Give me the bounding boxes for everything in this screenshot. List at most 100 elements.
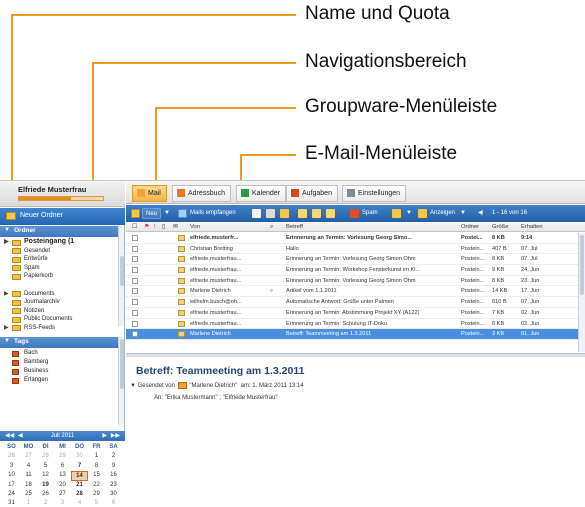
- calendar-day[interactable]: 28: [37, 452, 54, 461]
- flag-column-icon[interactable]: ⚑: [144, 224, 149, 230]
- calendar-day[interactable]: 10: [3, 471, 20, 480]
- calendar-day[interactable]: 29: [88, 490, 105, 499]
- folder-item[interactable]: Gesendet: [0, 247, 118, 256]
- col-subject[interactable]: Betreff: [286, 224, 303, 230]
- row-checkbox[interactable]: [132, 320, 138, 327]
- calendar-day[interactable]: 1: [88, 452, 105, 461]
- calendar-day[interactable]: 7: [71, 462, 88, 471]
- calendar-day[interactable]: 4: [20, 462, 37, 471]
- expand-icon[interactable]: ▶: [4, 238, 9, 247]
- calendar-day[interactable]: 5: [88, 499, 105, 507]
- message-list-scrollbar[interactable]: [578, 233, 585, 352]
- reply-icon[interactable]: [298, 209, 307, 218]
- view-button[interactable]: Anzeigen: [430, 208, 455, 219]
- new-mail-button[interactable]: Neu: [142, 208, 162, 219]
- print-icon[interactable]: [252, 209, 261, 218]
- expand-icon[interactable]: ▶: [4, 290, 9, 299]
- status-column-icon[interactable]: ✉: [173, 224, 178, 230]
- calendar-day[interactable]: 30: [105, 490, 122, 499]
- folder-scrollbar[interactable]: [118, 226, 124, 326]
- calendar-day[interactable]: 6: [105, 499, 122, 507]
- spam-button[interactable]: Spam: [362, 208, 378, 219]
- calendar-day[interactable]: 17: [3, 481, 20, 490]
- row-checkbox[interactable]: [132, 299, 138, 306]
- message-row[interactable]: elfriede.musterfrau... Erinnerung an Term…: [126, 319, 585, 330]
- tab-mail[interactable]: Mail: [132, 185, 167, 202]
- row-checkbox[interactable]: [132, 331, 138, 338]
- calendar-day[interactable]: 21: [71, 481, 88, 490]
- folder-item[interactable]: Entwürfe: [0, 255, 118, 264]
- tab-kalender[interactable]: Kalender: [236, 185, 287, 202]
- new-folder-button[interactable]: Neuer Ordner: [0, 208, 125, 225]
- calendar-day[interactable]: 28: [71, 490, 88, 499]
- calendar-day[interactable]: 15: [88, 471, 105, 480]
- calendar-day[interactable]: 13: [54, 471, 71, 480]
- folders-section-header[interactable]: ▼ Ordner: [0, 226, 120, 237]
- delete-icon[interactable]: [266, 209, 275, 218]
- calendar-day[interactable]: 12: [37, 471, 54, 480]
- calendar-day[interactable]: 24: [3, 490, 20, 499]
- tag-item[interactable]: Erlangen: [0, 376, 118, 385]
- calendar-day[interactable]: 3: [3, 462, 20, 471]
- col-folder[interactable]: Ordner: [461, 224, 479, 230]
- tab-adressbuch[interactable]: Adressbuch: [172, 185, 231, 202]
- calendar-day[interactable]: 6: [54, 462, 71, 471]
- calendar-day[interactable]: 16: [105, 471, 122, 480]
- message-row[interactable]: elfriede.musterfrau... Erinnerung an Term…: [126, 254, 585, 266]
- col-size[interactable]: Größe: [492, 224, 508, 230]
- flag-dropdown-icon[interactable]: ▼: [406, 208, 412, 219]
- recipients[interactable]: "Erika Mustermann" ; "Elfriede Musterfra…: [165, 395, 278, 401]
- message-row[interactable]: elfriede.musterfrau... Erinnerung an Term…: [126, 276, 585, 287]
- row-checkbox[interactable]: [132, 267, 138, 274]
- tag-item[interactable]: Bach: [0, 349, 118, 358]
- view-dropdown-icon[interactable]: ▼: [460, 208, 466, 219]
- move-icon[interactable]: [280, 209, 289, 218]
- tab-einstellungen[interactable]: Einstellungen: [342, 185, 407, 202]
- message-row[interactable]: Christian Bretting Hallo Postein... 407 B 07…: [126, 244, 585, 255]
- tab-aufgaben[interactable]: Aufgaben: [286, 185, 338, 202]
- scroll-thumb[interactable]: [120, 256, 124, 286]
- calendar-day[interactable]: 27: [20, 452, 37, 461]
- col-from[interactable]: Von: [190, 224, 200, 230]
- calendar-day[interactable]: 5: [37, 462, 54, 471]
- calendar-day[interactable]: 1: [20, 499, 37, 507]
- calendar-day[interactable]: 27: [54, 490, 71, 499]
- folder-item[interactable]: ▶ Posteingang (1: [0, 238, 118, 247]
- priority-column-icon[interactable]: !: [154, 224, 156, 230]
- calendar-day[interactable]: 19: [37, 481, 54, 490]
- next-year-icon[interactable]: ▶▶: [111, 431, 120, 441]
- calendar-day[interactable]: 3: [54, 499, 71, 507]
- row-checkbox[interactable]: [132, 245, 138, 252]
- calendar-day[interactable]: 26: [3, 452, 20, 461]
- prev-month-icon[interactable]: ◀: [18, 431, 23, 441]
- calendar-today[interactable]: 14: [71, 471, 88, 481]
- message-row[interactable]: elfriede.musterfr... Erinnerung an Termin…: [126, 233, 585, 244]
- calendar-day[interactable]: 4: [71, 499, 88, 507]
- message-row[interactable]: Marlene Dietrich Betreff: Teammeeting am …: [126, 329, 585, 340]
- attachment-header-icon[interactable]: ⌕: [270, 224, 273, 231]
- prev-year-icon[interactable]: ◀◀: [5, 431, 14, 441]
- folder-item[interactable]: Public Documents: [0, 315, 118, 324]
- new-dropdown-icon[interactable]: ▼: [164, 208, 170, 219]
- page-prev-icon[interactable]: ◀: [478, 208, 483, 219]
- row-checkbox[interactable]: [132, 309, 138, 316]
- message-row[interactable]: ⌕ Marlene Dietrich Artikel vom 1.1.2011 Pos…: [126, 286, 585, 298]
- folder-item[interactable]: ▶ Documents: [0, 290, 118, 299]
- scroll-thumb[interactable]: [120, 339, 124, 389]
- expand-icon[interactable]: ▶: [4, 324, 9, 333]
- message-row[interactable]: elfriede.musterfrau... Erinnerung an Term…: [126, 308, 585, 319]
- calendar-day[interactable]: 30: [71, 452, 88, 461]
- receive-mail-button[interactable]: Mails empfangen: [190, 208, 236, 219]
- row-checkbox[interactable]: [132, 235, 138, 241]
- folder-item[interactable]: ▶ RSS-Feeds: [0, 324, 118, 333]
- calendar-day[interactable]: 9: [105, 462, 122, 471]
- next-month-icon[interactable]: ▶: [102, 431, 107, 441]
- folder-item[interactable]: Papierkorb: [0, 272, 118, 281]
- calendar-day[interactable]: 8: [88, 462, 105, 471]
- message-row[interactable]: elfriede.musterfrau... Erinnerung an Term…: [126, 265, 585, 276]
- reply-all-icon[interactable]: [312, 209, 321, 218]
- tag-item[interactable]: Bamberg: [0, 358, 118, 367]
- attachment-column-icon[interactable]: ▯: [162, 224, 165, 230]
- row-checkbox[interactable]: [132, 256, 138, 263]
- calendar-day[interactable]: 2: [37, 499, 54, 507]
